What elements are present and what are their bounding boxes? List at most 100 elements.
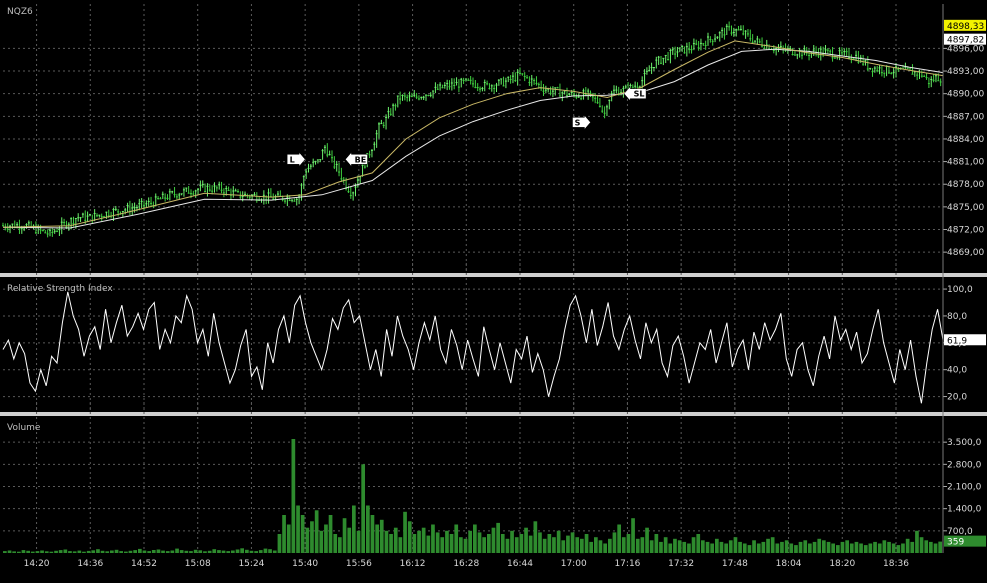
volume-bar [514, 537, 519, 553]
volume-bar [561, 540, 566, 553]
volume-bar [673, 538, 677, 554]
trading-chart[interactable]: L BE S SL NQZ6 4869,00 4872,00 4875,00 4878,00… [0, 0, 987, 583]
volume-bar [580, 538, 584, 554]
volume-bar [300, 515, 305, 553]
volume-bar [477, 532, 482, 553]
volume-bar [836, 545, 840, 553]
volume-bar [366, 505, 370, 553]
y-tick-label: 4893,00 [947, 67, 984, 77]
volume-bar [868, 543, 873, 553]
volume-bar [784, 540, 789, 553]
volume-bar [808, 543, 812, 553]
volume-bar [54, 550, 58, 553]
volume-bar [105, 551, 110, 553]
volume-last-value-label: 359 [947, 538, 964, 548]
volume-bar [840, 541, 845, 553]
volume-bar [212, 549, 217, 553]
volume-bar [794, 545, 798, 553]
volume-bar [110, 550, 114, 553]
volume-bar [938, 541, 942, 553]
volume-bar [715, 538, 719, 554]
panel-separator-rsi-volume[interactable] [0, 412, 987, 416]
volume-bar [649, 540, 654, 553]
rsi-last-value-label: 61,9 [947, 336, 967, 346]
volume-bar [21, 550, 26, 553]
volume-bar [617, 524, 621, 553]
volume-bar [487, 534, 491, 553]
y-tick-label: 4875,00 [947, 203, 984, 213]
price-axis: 4869,00 4872,00 4875,00 4878,00 4881,00 4884,… [942, 4, 986, 271]
last-price-tag-label: 4897,82 [947, 36, 984, 46]
volume-bar [696, 534, 701, 553]
volume-bar [761, 541, 766, 553]
volume-bar [905, 538, 910, 554]
volume-bar [882, 540, 887, 553]
volume-bar [770, 537, 775, 553]
volume-bar [877, 543, 882, 553]
time-tick-label: 15:24 [238, 559, 264, 569]
volume-bar [789, 543, 794, 553]
time-tick-label: 16:28 [453, 559, 479, 569]
trade-marker-label: S [575, 118, 581, 127]
chart-background [0, 0, 987, 583]
y-tick-label: 4872,00 [947, 226, 984, 236]
volume-bar [156, 549, 161, 553]
volume-bar [682, 541, 687, 553]
volume-bar [831, 543, 835, 553]
volume-bar [603, 543, 607, 553]
volume-bar [863, 545, 868, 553]
volume-bar [296, 505, 300, 553]
time-tick-label: 14:36 [77, 559, 103, 569]
volume-bar [128, 550, 133, 553]
volume-bar [570, 532, 575, 553]
volume-bar [44, 551, 49, 553]
volume-bar [659, 541, 663, 553]
volume-bar [654, 534, 659, 553]
volume-bar [207, 550, 212, 553]
volume-bar [49, 551, 54, 553]
volume-bar [687, 543, 691, 553]
volume-bar [496, 522, 500, 553]
volume-bar [72, 551, 77, 553]
volume-bar [594, 537, 598, 553]
trade-marker-label: SL [634, 90, 645, 99]
volume-bar [468, 530, 472, 553]
volume-bar [668, 543, 673, 553]
volume-bar [40, 550, 44, 553]
y-tick-label: 4881,00 [947, 158, 984, 168]
volume-bar [7, 550, 12, 553]
volume-bar [859, 543, 863, 553]
volume-bar [500, 534, 505, 553]
volume-bar [226, 551, 231, 553]
volume-bar [77, 550, 82, 553]
volume-bar [510, 530, 514, 553]
volume-bar [812, 541, 817, 553]
volume-bar [245, 549, 249, 553]
volume-bar [612, 532, 617, 553]
time-tick-label: 17:48 [722, 559, 748, 569]
volume-bar [375, 524, 379, 553]
volume-bar [440, 537, 445, 553]
volume-bar [356, 530, 361, 553]
volume-bar [407, 521, 412, 553]
volume-bar [566, 535, 570, 553]
volume-bar [277, 534, 282, 553]
volume-bar [165, 551, 170, 553]
volume-bar [645, 527, 649, 553]
volume-bar [854, 541, 859, 553]
volume-bar [449, 534, 454, 553]
volume-bar [86, 550, 91, 553]
volume-bar [733, 537, 738, 553]
y-tick-label: 4869,00 [947, 248, 984, 258]
volume-bar [254, 551, 258, 553]
volume-bar [747, 545, 752, 553]
volume-bar [701, 540, 705, 553]
volume-bar [217, 550, 221, 553]
panel-separator-price-rsi[interactable] [0, 273, 987, 277]
volume-bar [505, 538, 510, 554]
volume-bar [901, 543, 905, 553]
volume-bar [379, 519, 384, 554]
volume-bar [919, 537, 924, 553]
time-tick-label: 18:36 [883, 559, 909, 569]
volume-bar [626, 534, 631, 553]
